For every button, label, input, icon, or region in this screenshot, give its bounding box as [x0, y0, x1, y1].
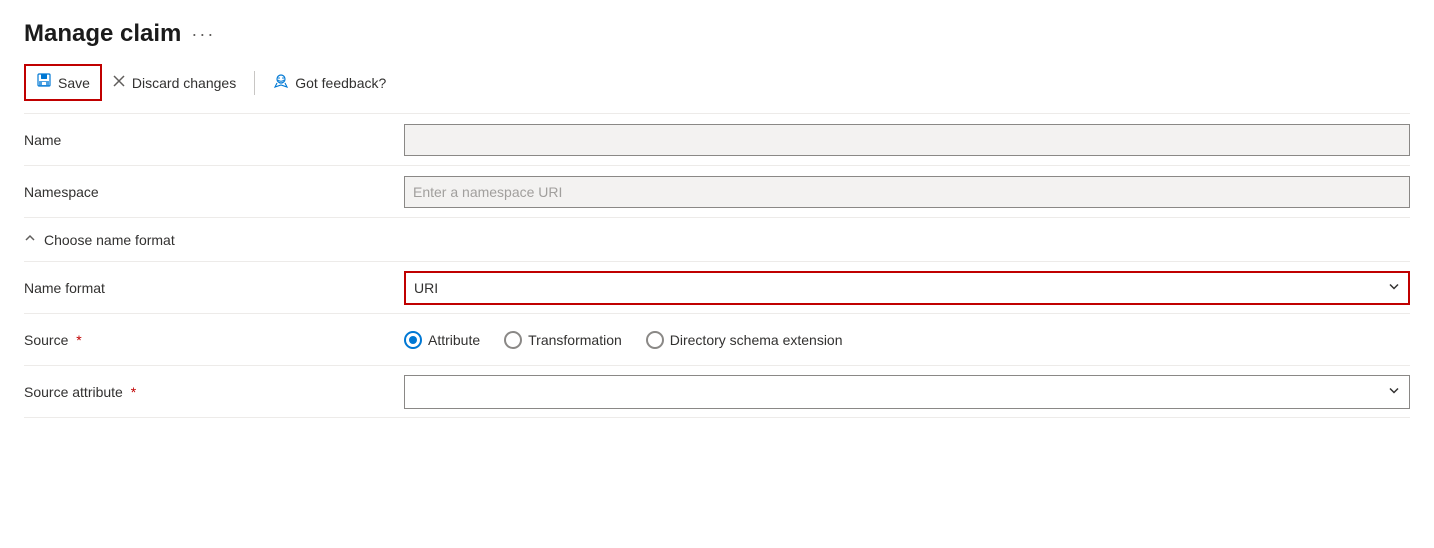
chevron-up-icon: [24, 232, 36, 247]
source-label: Source *: [24, 332, 404, 348]
discard-changes-button[interactable]: Discard changes: [102, 68, 246, 97]
source-attribute-option[interactable]: Attribute: [404, 331, 480, 349]
source-attribute-label: Source attribute *: [24, 384, 404, 400]
name-format-control: URI Unspecified emailAddress: [404, 271, 1410, 305]
source-attribute-required-marker: *: [127, 384, 136, 400]
feedback-icon: [273, 73, 289, 92]
x-icon: [112, 74, 126, 91]
source-directory-option[interactable]: Directory schema extension: [646, 331, 843, 349]
transformation-radio-label: Transformation: [528, 332, 622, 348]
save-button[interactable]: Save: [24, 64, 102, 101]
name-row: Name: [24, 114, 1410, 166]
page-container: Manage claim ··· Save Discar: [0, 0, 1434, 438]
directory-radio-circle: [646, 331, 664, 349]
name-format-label: Name format: [24, 280, 404, 296]
discard-label: Discard changes: [132, 75, 236, 91]
feedback-button[interactable]: Got feedback?: [263, 67, 396, 98]
source-attribute-row: Source attribute *: [24, 366, 1410, 418]
page-title-row: Manage claim ···: [24, 20, 1410, 48]
name-format-select-wrapper: URI Unspecified emailAddress: [404, 271, 1410, 305]
name-format-row: Name format URI Unspecified emailAddress: [24, 262, 1410, 314]
save-icon: [36, 72, 52, 93]
name-control: [404, 124, 1410, 156]
directory-radio-label: Directory schema extension: [670, 332, 843, 348]
form-section: Name Namespace Choose name format: [24, 114, 1410, 418]
source-attribute-select-wrapper: [404, 375, 1410, 409]
name-format-select[interactable]: URI Unspecified emailAddress: [404, 271, 1410, 305]
source-control: Attribute Transformation Directory schem…: [404, 331, 1410, 349]
toolbar: Save Discard changes: [24, 64, 1410, 114]
source-attribute-select[interactable]: [404, 375, 1410, 409]
page-title-ellipsis: ···: [191, 24, 215, 45]
save-label: Save: [58, 75, 90, 91]
source-required-marker: *: [72, 332, 81, 348]
name-label: Name: [24, 132, 404, 148]
toolbar-divider: [254, 71, 255, 95]
page-title: Manage claim: [24, 20, 181, 48]
namespace-label: Namespace: [24, 184, 404, 200]
name-format-section-header: Choose name format: [24, 218, 1410, 262]
source-radio-group: Attribute Transformation Directory schem…: [404, 331, 1410, 349]
name-format-section-label: Choose name format: [44, 232, 175, 248]
attribute-radio-label: Attribute: [428, 332, 480, 348]
namespace-input[interactable]: [404, 176, 1410, 208]
name-input[interactable]: [404, 124, 1410, 156]
feedback-label: Got feedback?: [295, 75, 386, 91]
namespace-control: [404, 176, 1410, 208]
source-attribute-control: [404, 375, 1410, 409]
source-transformation-option[interactable]: Transformation: [504, 331, 622, 349]
attribute-radio-circle: [404, 331, 422, 349]
transformation-radio-circle: [504, 331, 522, 349]
source-row: Source * Attribute Transformation Direct…: [24, 314, 1410, 366]
namespace-row: Namespace: [24, 166, 1410, 218]
name-format-toggle[interactable]: Choose name format: [24, 232, 175, 248]
